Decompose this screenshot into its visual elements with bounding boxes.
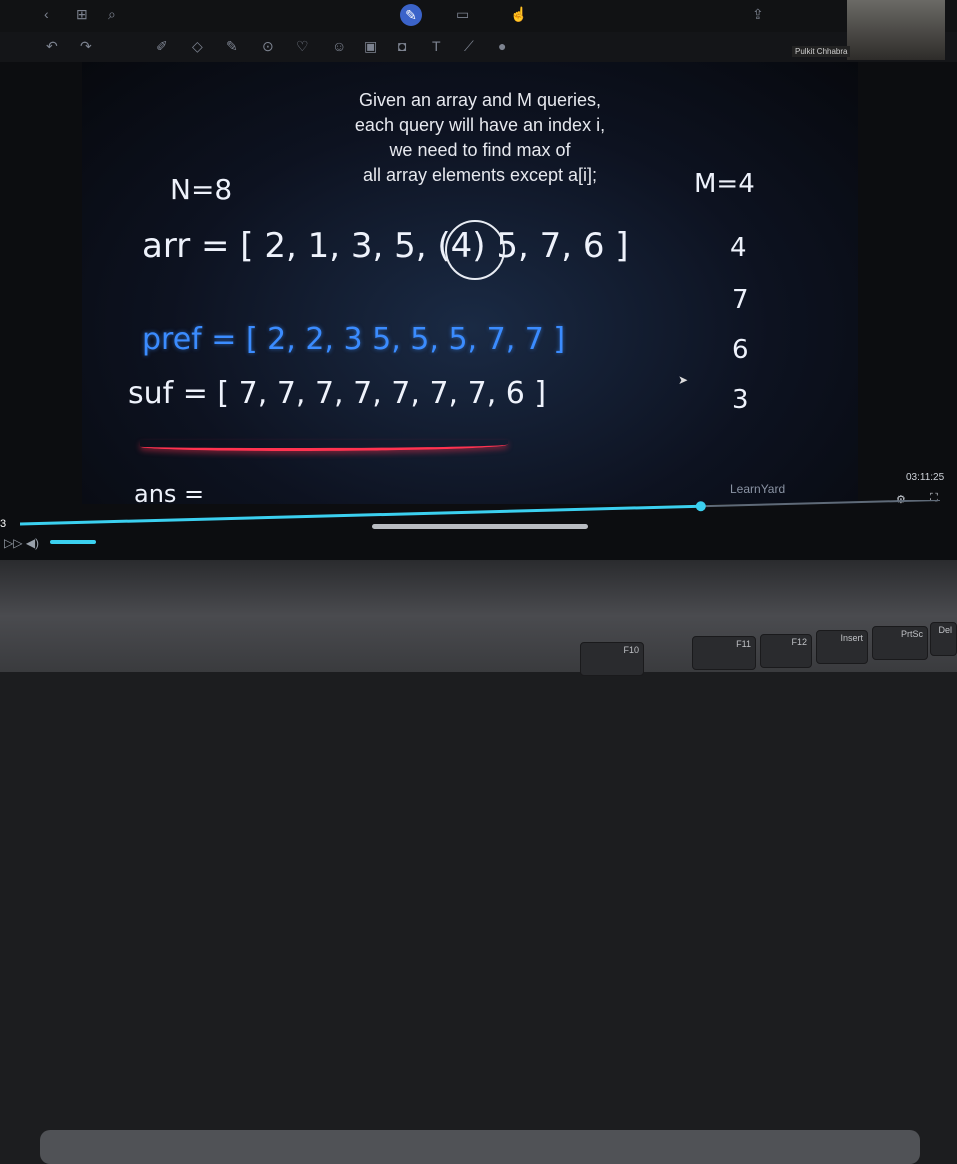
query-circle — [445, 220, 505, 280]
m-label: M=4 — [694, 169, 755, 199]
prompt-line: all array elements except a[i]; — [362, 165, 598, 185]
settings-icon[interactable]: ⚙ — [896, 492, 906, 508]
player-controls: ▷▷ ◀) — [4, 536, 39, 550]
pref-line: pref = [ 2, 2, 3 5, 5, 5, 7, 7 ] — [142, 322, 566, 357]
volume-icon[interactable]: ◀) — [26, 536, 39, 550]
prompt-line: we need to find max of — [389, 140, 571, 160]
key-prtsc[interactable]: PrtSc — [872, 626, 928, 660]
share-icon[interactable]: ⇪ — [752, 6, 764, 22]
redo-icon[interactable]: ↷ — [80, 38, 92, 54]
key-del[interactable]: Del — [930, 622, 957, 656]
query-value: 6 — [732, 335, 749, 365]
app-topbar: ‹ ⊞ ⌕ ✎ ▭ ☝ ⇪ — [0, 0, 957, 32]
presenter-name: Pulkit Chhabra — [792, 46, 851, 57]
eraser-icon[interactable]: ◇ — [192, 38, 203, 54]
highlighter-icon[interactable]: ✎ — [226, 38, 238, 54]
key-f11[interactable]: F11 — [692, 636, 756, 670]
search-icon[interactable]: ⌕ — [108, 6, 116, 22]
key-f12[interactable]: F12 — [760, 634, 812, 668]
fast-forward-icon[interactable]: ▷▷ — [4, 536, 22, 550]
mouse-cursor-icon: ➤ — [678, 373, 689, 387]
shape-icon[interactable]: ♡ — [296, 38, 309, 54]
sticker-icon[interactable]: ☺ — [332, 38, 346, 54]
keyboard-icon[interactable]: ▭ — [456, 6, 469, 22]
pen-mode-icon[interactable]: ✎ — [400, 4, 422, 26]
arr-line: arr = [ 2, 1, 3, 5, (4) 5, 7, 6 ] — [142, 226, 629, 266]
progress-played — [20, 504, 701, 526]
grid-icon[interactable]: ⊞ — [76, 6, 88, 22]
query-value: 3 — [732, 385, 749, 415]
touch-icon[interactable]: ☝ — [510, 6, 527, 22]
prompt-line: Given an array and M queries, — [358, 90, 602, 110]
image-icon[interactable]: ▣ — [364, 38, 377, 54]
laptop-screen: ‹ ⊞ ⌕ ✎ ▭ ☝ ⇪ ↶ ↷ ✐ ◇ ✎ ⊙ ♡ ☺ ▣ ◘ T ⟋ ● … — [0, 0, 957, 560]
counter-text: 3 — [0, 518, 7, 530]
key-f10[interactable]: F10 — [580, 642, 644, 676]
home-indicator[interactable] — [372, 524, 588, 529]
key-insert[interactable]: Insert — [816, 630, 868, 664]
camera-icon[interactable]: ◘ — [398, 38, 406, 54]
prompt-line: each query will have an index i, — [354, 115, 606, 135]
volume-slider[interactable] — [50, 540, 96, 544]
laptop-hinge — [40, 1130, 920, 1164]
webcam-feed — [847, 0, 945, 60]
text-icon[interactable]: T — [432, 38, 441, 54]
lasso-icon[interactable]: ⊙ — [262, 38, 274, 54]
ans-line: ans = — [134, 480, 205, 508]
keyboard-row: F10 F11 F12 Insert PrtSc Del — [430, 620, 957, 676]
n-label: N=8 — [170, 173, 233, 206]
undo-icon[interactable]: ↶ — [46, 38, 58, 54]
problem-statement: Given an array and M queries, each query… — [300, 88, 660, 188]
fullscreen-icon[interactable]: ⛶ — [930, 490, 938, 506]
pen-icon[interactable]: ✐ — [156, 38, 168, 54]
query-value: 7 — [732, 285, 749, 315]
suf-line: suf = [ 7, 7, 7, 7, 7, 7, 7, 6 ] — [128, 376, 547, 411]
playback-timestamp: 03:11:25 — [906, 472, 945, 483]
query-value: 4 — [730, 233, 747, 263]
watermark: LearnYard — [730, 482, 786, 496]
back-icon[interactable]: ‹ — [44, 6, 49, 22]
laser-icon[interactable]: ● — [498, 38, 506, 54]
ruler-icon[interactable]: ⟋ — [464, 38, 474, 54]
